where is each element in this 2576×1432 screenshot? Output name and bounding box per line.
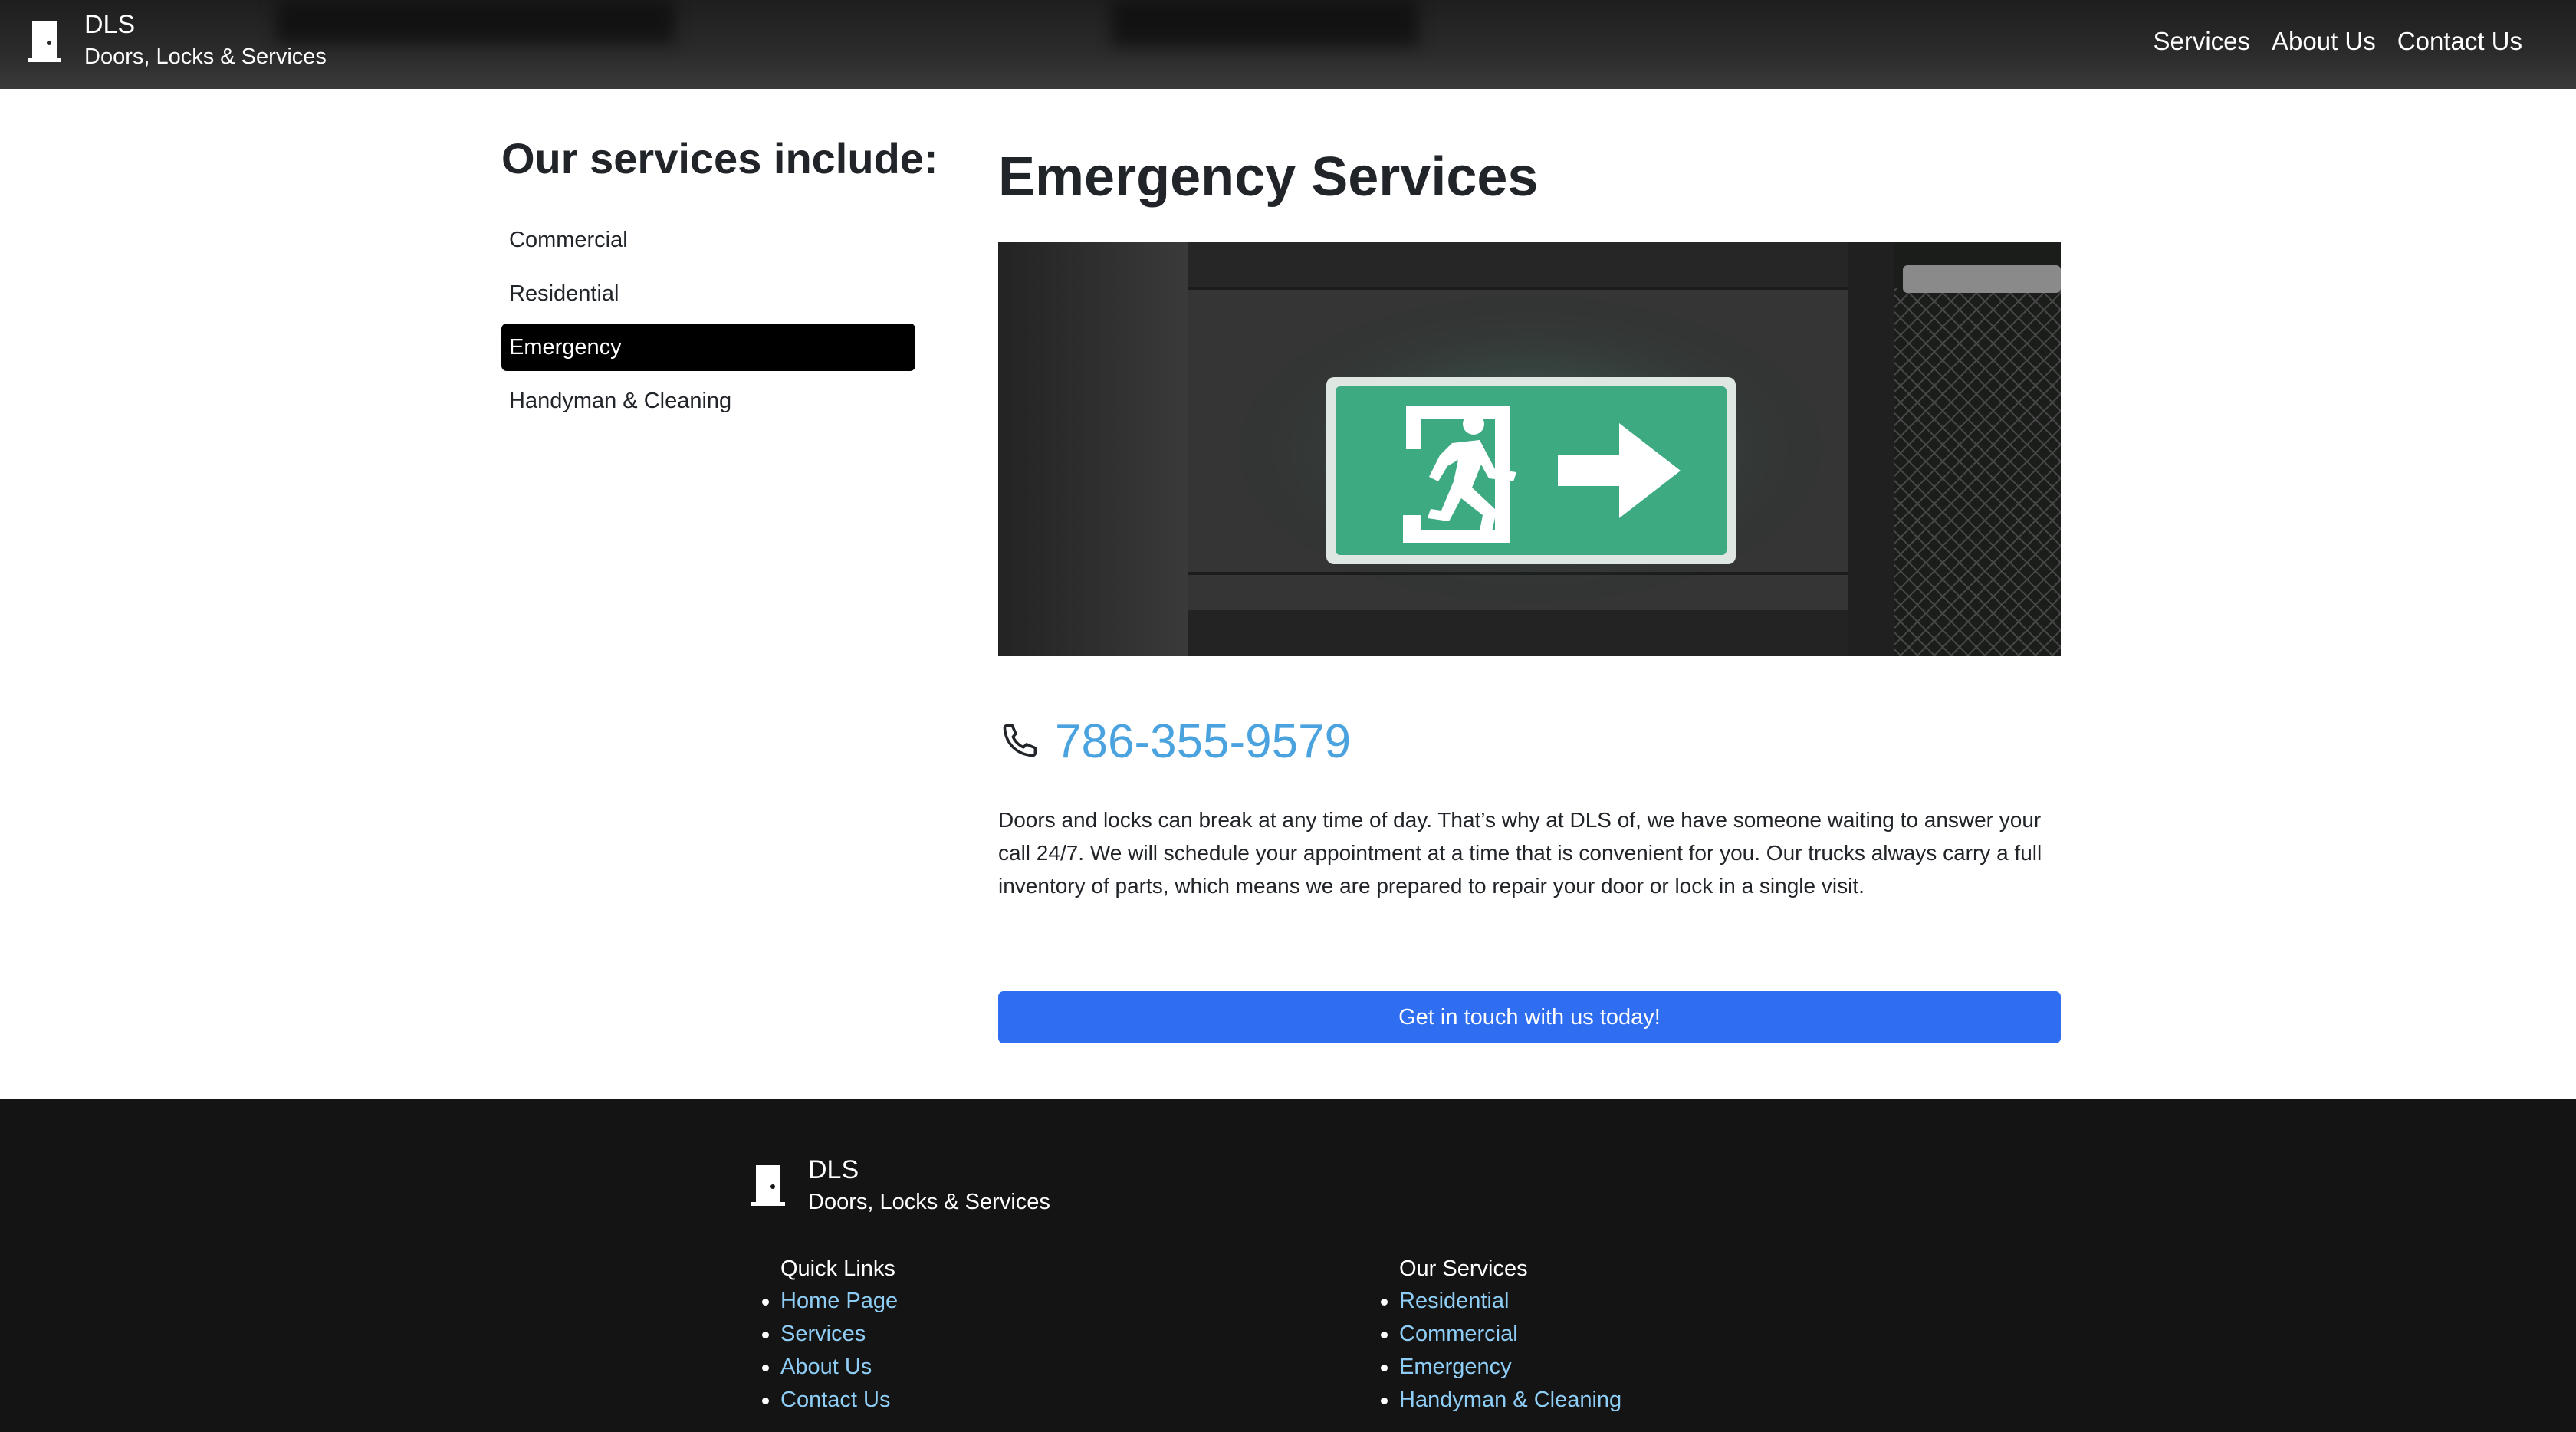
list-item: Emergency [1380, 1351, 1622, 1384]
footer-link-residential[interactable]: Residential [1399, 1289, 1509, 1313]
footer-brand-text: DLS Doors, Locks & Services [808, 1154, 1050, 1216]
nav-link-contact-us[interactable]: Contact Us [2397, 23, 2522, 60]
list-item: Residential [1380, 1285, 1622, 1318]
brand-logo-link[interactable]: DLS Doors, Locks & Services [28, 9, 327, 71]
footer-our-services-title: Our Services [1399, 1256, 1528, 1281]
footer-brand-link[interactable]: DLS Doors, Locks & Services [751, 1154, 1050, 1216]
list-item: Services [761, 1318, 898, 1351]
page-title: Emergency Services [998, 146, 1539, 208]
footer-brand-subtitle: Doors, Locks & Services [808, 1190, 1050, 1214]
service-description: Doors and locks can break at any time of… [998, 808, 2042, 898]
exit-sign-image [998, 242, 2061, 656]
footer-link-services[interactable]: Services [780, 1322, 866, 1346]
contact-cta-button[interactable]: Get in touch with us today! [998, 991, 2061, 1043]
footer-quick-links: Quick Links Home Page Services About Us … [761, 1253, 898, 1417]
site-header: DLS Doors, Locks & Services Services Abo… [0, 0, 2576, 89]
service-item-residential[interactable]: Residential [501, 270, 915, 317]
footer-quick-links-title: Quick Links [780, 1256, 895, 1281]
footer-link-commercial[interactable]: Commercial [1399, 1322, 1518, 1346]
list-item: About Us [761, 1351, 898, 1384]
footer-link-contact-us[interactable]: Contact Us [780, 1388, 890, 1412]
brand-subtitle: Doors, Locks & Services [84, 44, 327, 69]
list-item: Handyman & Cleaning [1380, 1384, 1622, 1417]
nav-link-services[interactable]: Services [2153, 23, 2250, 60]
footer-services-list: Residential Commercial Emergency Handyma… [1380, 1285, 1622, 1417]
phone-row: 786-355-9579 [998, 711, 1351, 773]
services-list: Commercial Residential Emergency Handyma… [501, 216, 915, 431]
footer-link-handyman-cleaning[interactable]: Handyman & Cleaning [1399, 1388, 1622, 1412]
footer-link-about-us[interactable]: About Us [780, 1355, 872, 1379]
footer-quick-links-list: Home Page Services About Us Contact Us [761, 1285, 898, 1417]
footer-link-emergency[interactable]: Emergency [1399, 1355, 1512, 1379]
door-icon [751, 1165, 785, 1206]
site-footer: DLS Doors, Locks & Services Quick Links … [0, 1099, 2576, 1432]
brand-text: DLS Doors, Locks & Services [84, 9, 327, 71]
door-icon [28, 21, 61, 62]
service-item-emergency[interactable]: Emergency [501, 324, 915, 371]
exit-sign-illustration [998, 242, 2061, 656]
list-item: Home Page [761, 1285, 898, 1318]
main-nav: Services About Us Contact Us [2153, 23, 2522, 60]
footer-link-home-page[interactable]: Home Page [780, 1289, 898, 1313]
list-item: Contact Us [761, 1384, 898, 1417]
brand-title: DLS [84, 10, 136, 39]
footer-our-services: Our Services Residential Commercial Emer… [1380, 1253, 1622, 1417]
sidebar-title: Our services include: [501, 134, 938, 182]
service-item-commercial[interactable]: Commercial [501, 216, 915, 264]
service-item-handyman-cleaning[interactable]: Handyman & Cleaning [501, 377, 915, 425]
header-blur-shape [1112, 0, 1418, 46]
phone-number-link[interactable]: 786-355-9579 [1055, 711, 1351, 773]
footer-brand-title: DLS [808, 1155, 859, 1184]
header-blur-shape [276, 0, 675, 43]
phone-icon [1003, 724, 1037, 757]
nav-link-about-us[interactable]: About Us [2272, 23, 2376, 60]
list-item: Commercial [1380, 1318, 1622, 1351]
